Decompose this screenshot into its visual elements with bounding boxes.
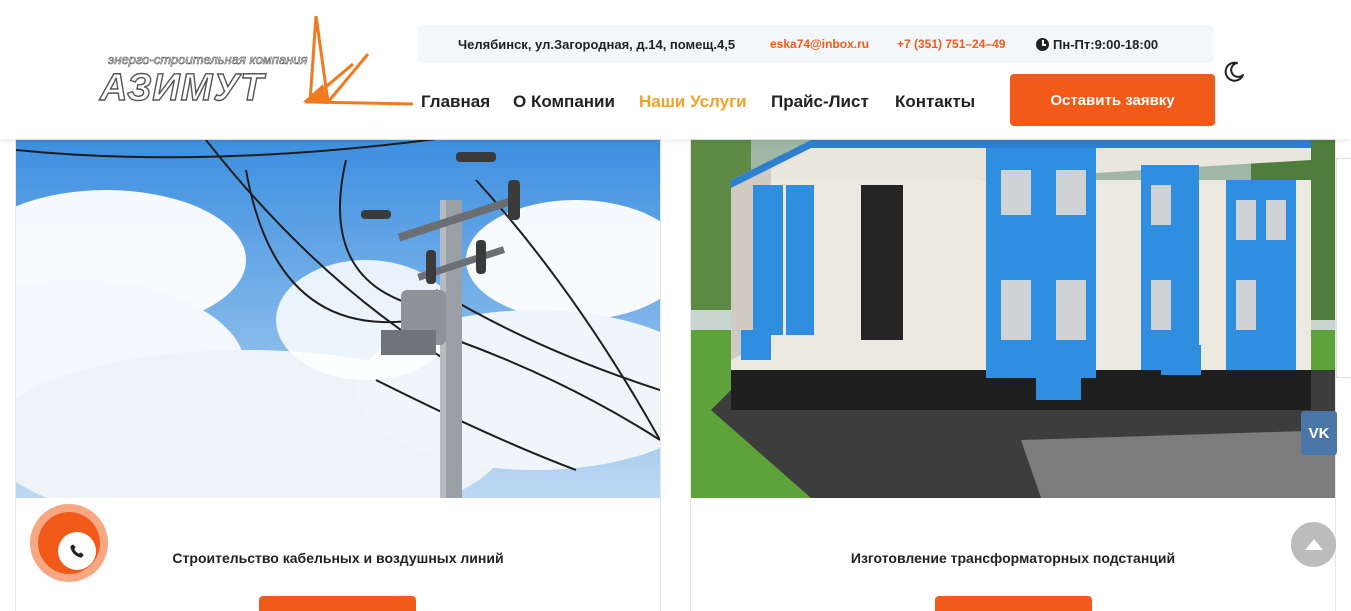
service-card-power-lines[interactable]: Строительство кабельных и воздушных лини… xyxy=(15,139,661,611)
moon-icon[interactable] xyxy=(1222,60,1246,84)
logo-tagline: энерго-строительная компания xyxy=(108,52,307,67)
service-more-button[interactable] xyxy=(259,596,416,611)
company-logo[interactable]: энерго-строительная компания АЗИМУТ xyxy=(98,14,414,124)
nav-item-prices[interactable]: Прайс-Лист xyxy=(771,92,869,112)
service-card-substations[interactable]: Изготовление трансформаторных подстанций xyxy=(690,139,1336,611)
service-title: Изготовление трансформаторных подстанций xyxy=(850,550,1176,566)
work-hours-text: Пн-Пт:9:00-18:00 xyxy=(1053,37,1159,52)
service-more-button[interactable] xyxy=(935,596,1092,611)
phone-icon[interactable] xyxy=(58,532,96,570)
side-panel-tab[interactable] xyxy=(1336,158,1351,378)
contact-bar: Челябинск, ул.Загородная, д.14, помещ.4,… xyxy=(418,25,1213,63)
nav-item-contacts[interactable]: Контакты xyxy=(895,92,975,112)
power-line-image xyxy=(16,140,660,498)
email-link[interactable]: eska74@inbox.ru xyxy=(770,37,869,51)
work-hours: Пн-Пт:9:00-18:00 xyxy=(1036,37,1158,52)
request-button[interactable]: Оставить заявку xyxy=(1010,74,1215,126)
phone-link[interactable]: +7 (351) 751–24–49 xyxy=(897,37,1005,51)
page: Строительство кабельных и воздушных лини… xyxy=(0,0,1351,611)
service-title: Строительство кабельных и воздушных лини… xyxy=(172,550,504,566)
nav-item-home[interactable]: Главная xyxy=(421,92,490,112)
site-header: энерго-строительная компания АЗИМУТ Челя… xyxy=(0,0,1351,139)
address-text: Челябинск, ул.Загородная, д.14, помещ.4,… xyxy=(458,37,736,52)
nav-item-services[interactable]: Наши Услуги xyxy=(639,92,747,112)
substation-image xyxy=(691,140,1335,498)
clock-icon xyxy=(1036,38,1049,51)
nav-item-about[interactable]: О Компании xyxy=(513,92,615,112)
callback-widget[interactable] xyxy=(30,504,108,582)
vk-icon[interactable]: VK xyxy=(1301,411,1337,455)
scroll-top-button[interactable] xyxy=(1291,522,1336,567)
logo-name: АЗИМУТ xyxy=(99,67,266,109)
callback-ring xyxy=(38,512,100,574)
arrow-up-icon xyxy=(1304,538,1323,550)
